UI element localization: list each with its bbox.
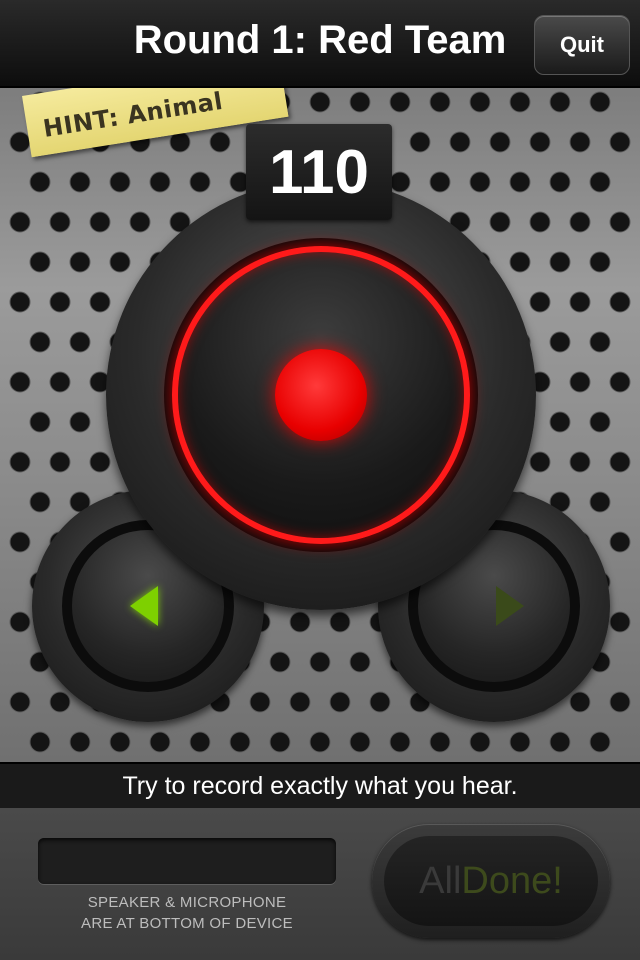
play-right-icon — [496, 586, 524, 626]
record-ring-red — [172, 246, 470, 544]
all-done-label-all: All — [419, 859, 462, 902]
bottom-panel: SPEAKER & MICROPHONE ARE AT BOTTOM OF DE… — [0, 808, 640, 960]
level-meter — [38, 838, 336, 884]
quit-button[interactable]: Quit — [534, 15, 630, 75]
all-done-label-done: Done! — [461, 859, 563, 902]
play-left-icon — [130, 586, 158, 626]
score-counter: 110 — [246, 124, 392, 220]
instruction-text: Try to record exactly what you hear. — [0, 762, 640, 810]
header-bar: Round 1: Red Team Quit — [0, 0, 640, 88]
device-note: SPEAKER & MICROPHONE ARE AT BOTTOM OF DE… — [81, 894, 293, 932]
record-button[interactable] — [106, 180, 536, 610]
all-done-button[interactable]: All Done! — [372, 824, 610, 938]
record-dot-icon — [275, 349, 367, 441]
